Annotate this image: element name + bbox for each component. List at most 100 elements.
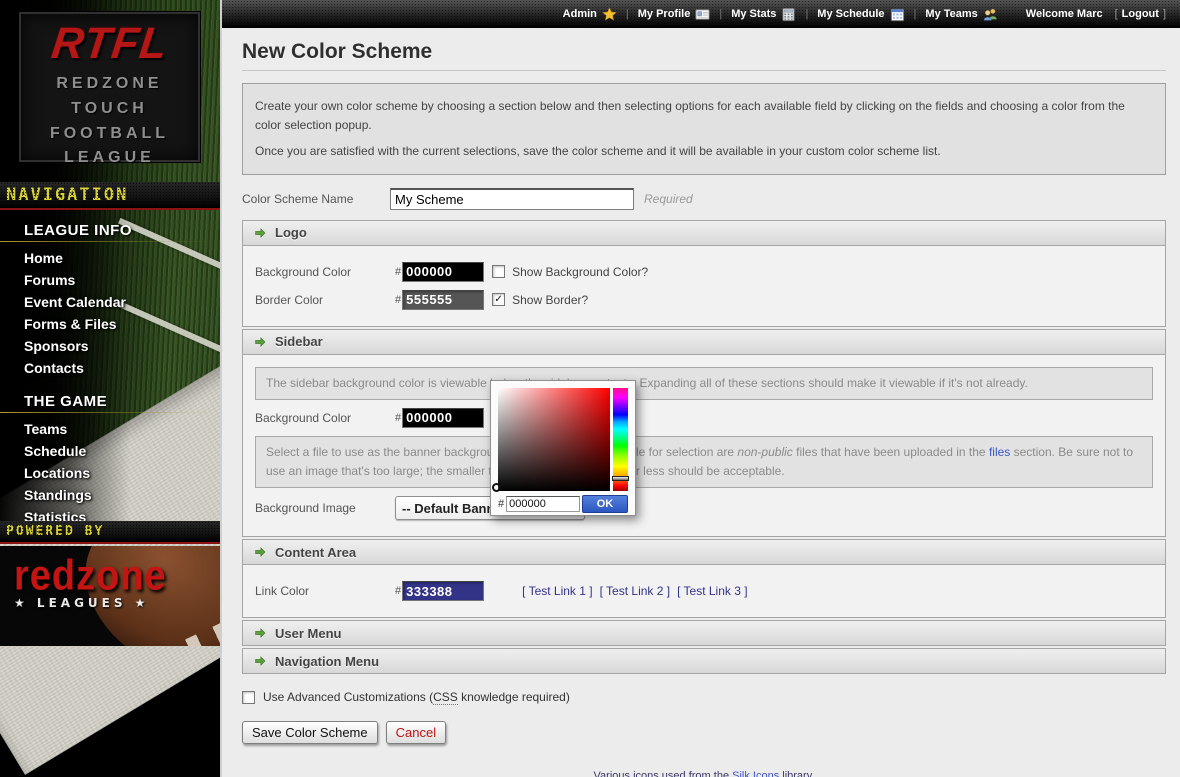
logout-label: Logout <box>1122 8 1159 20</box>
hash-prefix: # <box>498 498 504 510</box>
section-title: User Menu <box>275 626 341 641</box>
hash-prefix: # <box>395 412 401 424</box>
section-header-logo[interactable]: Logo <box>242 220 1166 246</box>
section-logo: Logo Background Color # Show Background … <box>242 220 1166 327</box>
menu-separator: | <box>914 8 917 20</box>
sidebar-item-schedule[interactable]: Schedule <box>24 440 220 462</box>
note-text: files that have been uploaded in the <box>793 445 989 459</box>
hue-slider-marker[interactable] <box>612 476 629 481</box>
link-color-input[interactable] <box>402 581 484 601</box>
green-arrow-icon <box>253 654 267 668</box>
nav-heading-league-info: LEAGUE INFO <box>24 222 220 242</box>
page-footer: Various icons used from the Silk Icons l… <box>242 770 1166 777</box>
field-label: Background Color <box>255 265 395 279</box>
advanced-customizations-checkbox[interactable] <box>242 691 255 704</box>
menu-item-my-teams[interactable]: My Teams <box>925 7 997 22</box>
intro-paragraph: Once you are satisfied with the current … <box>255 142 1153 161</box>
star-icon <box>602 7 617 22</box>
field-label: Link Color <box>255 584 395 598</box>
picker-hex-input[interactable] <box>506 496 580 512</box>
note-emphasis: non-public <box>737 445 792 459</box>
league-logo-line: FOOTBALL <box>50 122 169 147</box>
menu-item-label: Admin <box>563 8 597 20</box>
hue-slider[interactable] <box>613 388 628 491</box>
menu-item-admin[interactable]: Admin <box>563 7 617 22</box>
advanced-customizations-row: Use Advanced Customizations (CSS knowled… <box>242 690 1166 704</box>
test-links: [ Test Link 1 ] [ Test Link 2 ] [ Test L… <box>522 584 747 598</box>
advanced-label: Use Advanced Customizations (CSS knowled… <box>263 690 570 704</box>
logo-border-color-input[interactable] <box>402 290 484 310</box>
intro-paragraph: Create your own color scheme by choosing… <box>255 97 1153 134</box>
section-header-content-area[interactable]: Content Area <box>242 539 1166 565</box>
picker-cursor[interactable] <box>492 483 501 492</box>
logo-background-color-input[interactable] <box>402 262 484 282</box>
scheme-name-input[interactable] <box>390 188 634 210</box>
sidebar-item-forms-files[interactable]: Forms & Files <box>24 313 220 335</box>
test-link-2[interactable]: [ Test Link 2 ] <box>600 584 670 598</box>
advanced-label-pre: Use Advanced Customizations ( <box>263 690 433 704</box>
menu-item-label: My Profile <box>638 8 691 20</box>
section-body-content-area: Link Color # [ Test Link 1 ] [ Test Link… <box>242 565 1166 618</box>
sidebar-note: The sidebar background color is viewable… <box>255 367 1153 400</box>
menu-item-label: My Teams <box>925 8 977 20</box>
page: RTFL REDZONE TOUCH FOOTBALL LEAGUE NAVIG… <box>0 0 1180 777</box>
calculator-icon <box>781 7 796 22</box>
sidebar-item-event-calendar[interactable]: Event Calendar <box>24 291 220 313</box>
scheme-name-row: Color Scheme Name Required <box>242 188 1166 210</box>
redzone-title: redzone <box>14 556 167 596</box>
show-border-checkbox[interactable] <box>492 293 505 306</box>
sidebar-item-standings[interactable]: Standings <box>24 484 220 506</box>
test-link-3[interactable]: [ Test Link 3 ] <box>677 584 747 598</box>
banner-image-note: Select a file to use as the banner backg… <box>255 436 1153 488</box>
section-header-user-menu[interactable]: User Menu <box>242 620 1166 646</box>
field-row: Background Color # Show Background Color… <box>255 262 1153 282</box>
title-divider <box>242 70 1166 71</box>
test-link-1[interactable]: [ Test Link 1 ] <box>522 584 592 598</box>
menu-item-my-profile[interactable]: My Profile <box>638 7 711 22</box>
menu-item-label: My Stats <box>731 8 776 20</box>
section-user-menu: User Menu <box>242 620 1166 646</box>
group-icon <box>983 7 998 22</box>
silk-icons-link[interactable]: Silk Icons <box>732 770 779 777</box>
action-buttons: Save Color Scheme Cancel <box>242 721 1166 744</box>
sidebar-item-sponsors[interactable]: Sponsors <box>24 335 220 357</box>
section-body-logo: Background Color # Show Background Color… <box>242 246 1166 327</box>
field-row: Border Color # Show Border? <box>255 290 1153 310</box>
league-logo-line: REDZONE <box>56 72 162 97</box>
field-row: Link Color # [ Test Link 1 ] [ Test Link… <box>255 581 1153 601</box>
show-background-color-checkbox[interactable] <box>492 265 505 278</box>
sidebar-nav: LEAGUE INFO Home Forums Event Calendar F… <box>0 213 220 528</box>
section-header-sidebar[interactable]: Sidebar <box>242 329 1166 355</box>
logout-link[interactable]: [ Logout ] <box>1115 8 1166 20</box>
league-sidebar: RTFL REDZONE TOUCH FOOTBALL LEAGUE NAVIG… <box>0 0 220 777</box>
cancel-button[interactable]: Cancel <box>386 721 446 744</box>
section-title: Logo <box>275 225 307 240</box>
navigation-banner: NAVIGATION <box>0 182 220 210</box>
sidebar-item-forums[interactable]: Forums <box>24 269 220 291</box>
menu-item-my-stats[interactable]: My Stats <box>731 7 796 22</box>
required-note: Required <box>644 192 693 206</box>
picker-controls: # OK <box>498 495 628 513</box>
color-picker-popup: # OK <box>490 380 636 516</box>
sidebar-item-contacts[interactable]: Contacts <box>24 357 220 379</box>
files-link[interactable]: files <box>989 445 1010 459</box>
checkbox-label: Show Border? <box>512 293 588 307</box>
bracket: [ <box>1115 8 1118 20</box>
sidebar-item-locations[interactable]: Locations <box>24 462 220 484</box>
sidebar-item-home[interactable]: Home <box>24 247 220 269</box>
saturation-value-area[interactable] <box>498 388 610 491</box>
sidebar-background-color-input[interactable] <box>402 408 484 428</box>
league-logo-line: TOUCH <box>71 97 148 122</box>
save-color-scheme-button[interactable]: Save Color Scheme <box>242 721 378 744</box>
picker-ok-button[interactable]: OK <box>582 495 628 513</box>
sidebar-item-teams[interactable]: Teams <box>24 418 220 440</box>
league-logo-acronym: RTFL <box>49 22 170 66</box>
menu-item-my-schedule[interactable]: My Schedule <box>817 7 904 22</box>
league-logo[interactable]: RTFL REDZONE TOUCH FOOTBALL LEAGUE <box>19 12 200 162</box>
note-text: The sidebar background color is viewable… <box>266 376 1028 390</box>
page-title: New Color Scheme <box>242 40 1166 64</box>
redzone-leagues-logo[interactable]: redzone ★ LEAGUES ★ <box>0 546 220 646</box>
section-header-navigation-menu[interactable]: Navigation Menu <box>242 648 1166 674</box>
advanced-label-post: knowledge required) <box>458 690 570 704</box>
green-arrow-icon <box>253 545 267 559</box>
